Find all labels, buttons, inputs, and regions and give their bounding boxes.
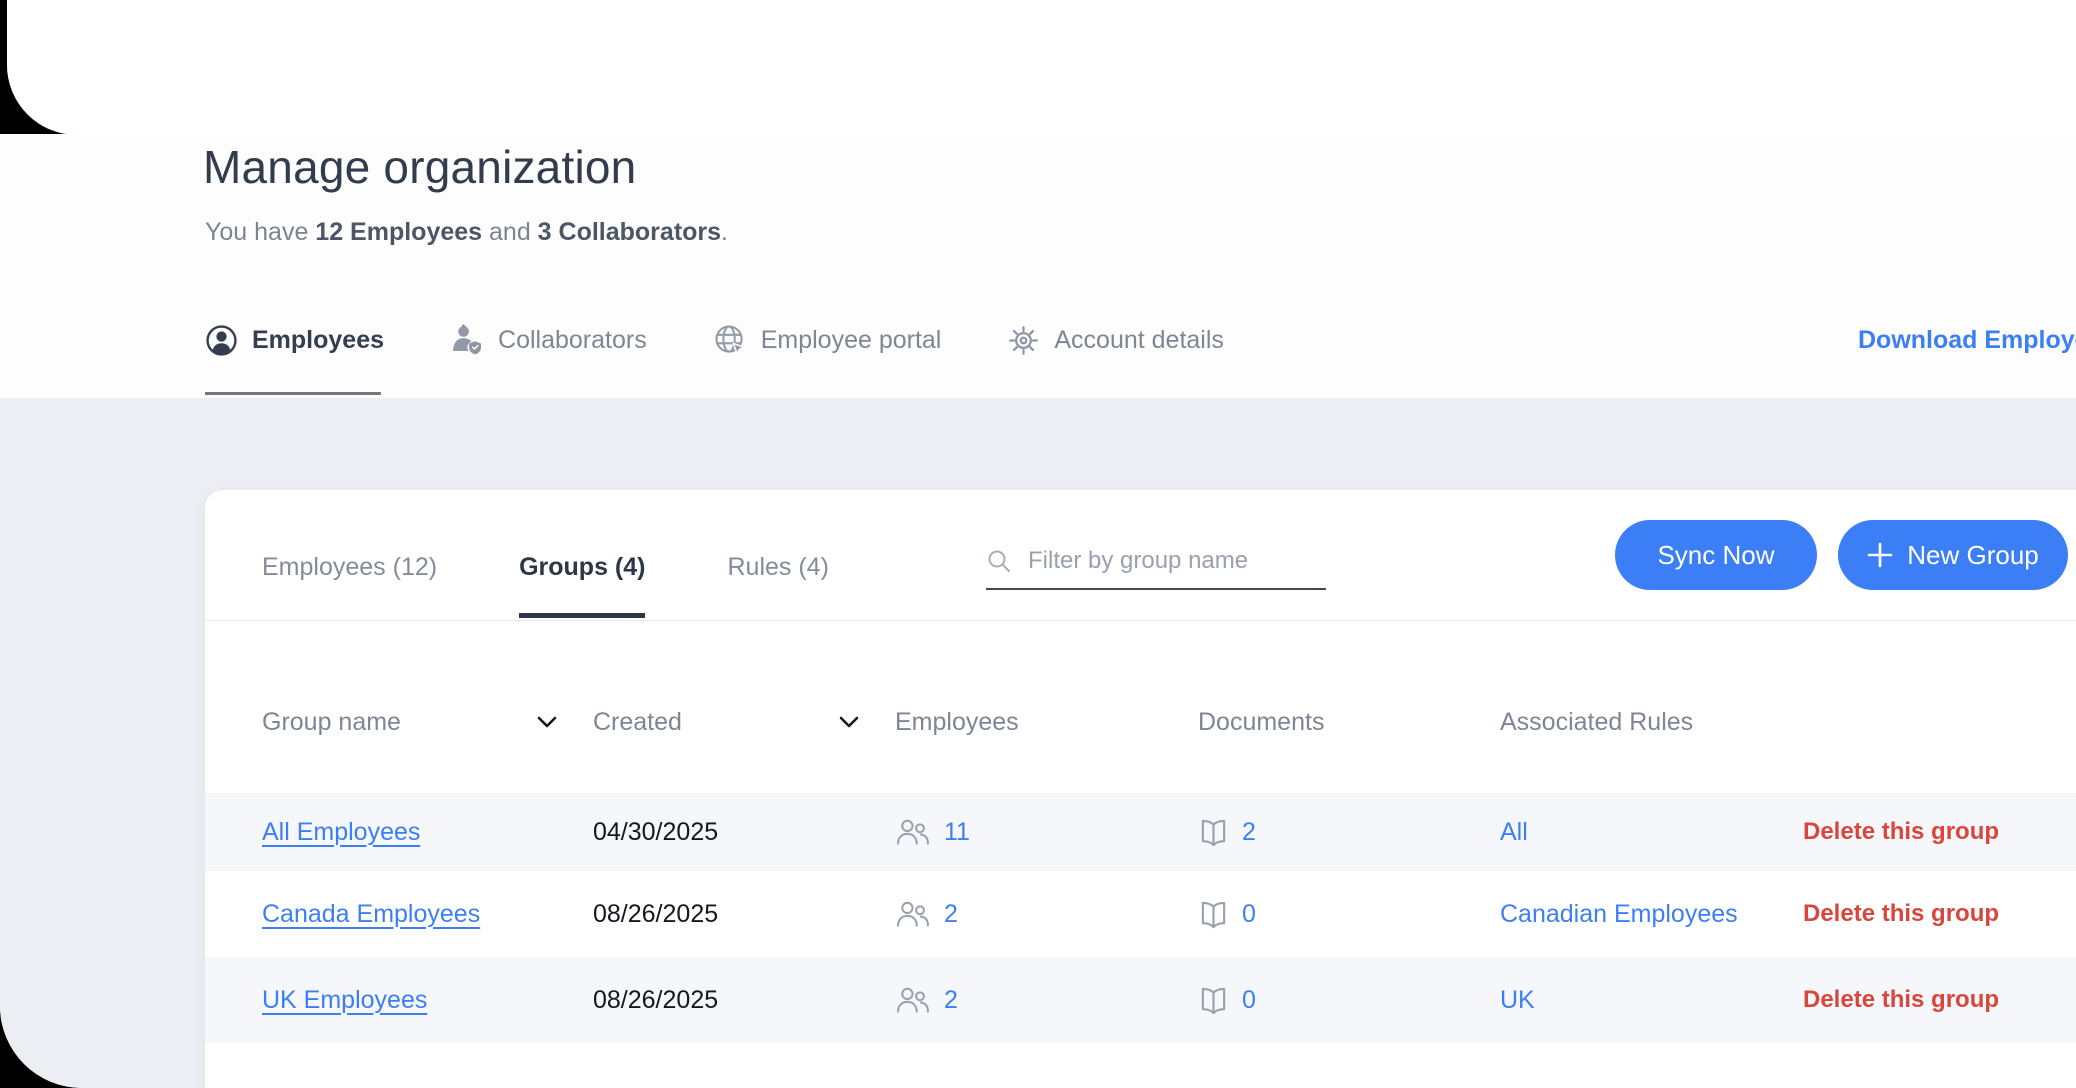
search-icon [986,548,1012,574]
column-header-group-name[interactable]: Group name [262,708,593,737]
group-name-link[interactable]: UK Employees [262,986,427,1015]
created-date: 08/26/2025 [593,900,895,929]
column-header-associated-rules: Associated Rules [1500,708,1803,737]
person-shield-icon [450,323,484,357]
active-tab-underline [205,392,381,395]
created-date: 08/26/2025 [593,986,895,1015]
people-icon [895,900,931,928]
table-row: UK Employees 08/26/2025 2 [205,957,2076,1043]
book-icon [1198,986,1229,1015]
table-header: Group name Created Employees Documents [205,621,2076,793]
book-icon [1198,900,1229,929]
associated-rule-link[interactable]: Canadian Employees [1500,900,1738,929]
book-icon [1198,818,1229,847]
plus-icon [1867,542,1893,568]
group-filter-field[interactable] [986,546,1326,590]
sync-now-label: Sync Now [1657,540,1774,571]
manage-organization-page: Manage organization You have 12 Employee… [0,134,2076,1088]
employee-count-link[interactable]: 2 [944,986,958,1015]
document-count-link[interactable]: 0 [1242,900,1256,929]
card-tab-employees[interactable]: Employees (12) [262,490,437,620]
document-count-link[interactable]: 0 [1242,986,1256,1015]
column-header-employees: Employees [895,708,1198,737]
person-circle-icon [205,324,238,357]
group-name-link[interactable]: Canada Employees [262,900,480,929]
employee-count-link[interactable]: 11 [944,818,970,847]
table-row: All Employees 04/30/2025 11 [205,793,2076,871]
tab-collaborators-label: Collaborators [498,326,647,355]
group-filter-input[interactable] [1026,546,1326,576]
created-date: 04/30/2025 [593,818,895,847]
new-group-button[interactable]: New Group [1838,520,2068,590]
column-header-created[interactable]: Created [593,708,895,737]
delete-group-button[interactable]: Delete this group [1803,900,1999,928]
chevron-down-icon [537,716,557,728]
tab-employees[interactable]: Employees [205,324,384,357]
employees-header-label: Employees [895,708,1019,737]
table-row: Canada Employees 08/26/2025 2 [205,871,2076,957]
card-tab-rules[interactable]: Rules (4) [727,490,828,620]
browser-topbar [7,0,2076,135]
page-subtitle: You have 12 Employees and 3 Collaborator… [205,218,728,247]
chevron-down-icon [839,716,859,728]
associated-rule-link[interactable]: All [1500,818,1528,847]
gear-icon [1007,324,1040,357]
card-tab-groups[interactable]: Groups (4) [519,490,645,620]
column-header-documents: Documents [1198,708,1500,737]
card-tab-bar: Employees (12) Groups (4) Rules (4) Sync… [205,490,2076,621]
subtitle-and: and [482,218,538,246]
created-header-label: Created [593,708,682,737]
people-icon [895,986,931,1014]
tab-account-details-label: Account details [1054,326,1224,355]
sync-now-button[interactable]: Sync Now [1615,520,1817,590]
associated-rule-link[interactable]: UK [1500,986,1535,1015]
collaborators-count: 3 Collaborators [538,218,721,246]
employee-count-link[interactable]: 2 [944,900,958,929]
tab-employee-portal-label: Employee portal [761,326,942,355]
tab-account-details[interactable]: Account details [1007,324,1224,357]
delete-group-button[interactable]: Delete this group [1803,986,1999,1014]
document-count-link[interactable]: 2 [1242,818,1256,847]
subtitle-period: . [721,218,728,246]
group-name-header-label: Group name [262,708,401,737]
delete-group-button[interactable]: Delete this group [1803,818,1999,846]
tab-collaborators[interactable]: Collaborators [450,323,647,357]
app-window: Manage organization You have 12 Employee… [0,0,2076,1088]
documents-header-label: Documents [1198,708,1324,737]
tab-employee-portal[interactable]: Employee portal [713,323,942,357]
tab-employees-label: Employees [252,326,384,355]
main-nav-tabs: Employees Collaborators [205,310,1224,370]
people-icon [895,818,931,846]
employees-count: 12 Employees [315,218,482,246]
new-group-label: New Group [1907,540,2039,571]
globe-cursor-icon [713,323,747,357]
group-name-link[interactable]: All Employees [262,818,420,847]
download-employees-link[interactable]: Download Employee [1858,326,2076,355]
table-row: USA employees 08/26/2025 3 [205,1043,2076,1088]
page-title: Manage organization [203,140,636,194]
groups-card: Employees (12) Groups (4) Rules (4) Sync… [205,490,2076,1088]
subtitle-prefix: You have [205,218,315,246]
associated-rules-header-label: Associated Rules [1500,708,1693,737]
